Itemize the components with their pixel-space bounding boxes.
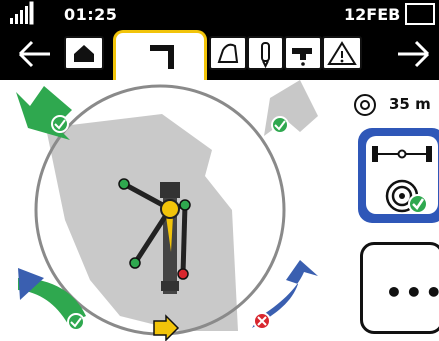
indicator-top-left[interactable] — [16, 86, 72, 140]
arrow-right-icon[interactable] — [394, 34, 434, 74]
machine-card[interactable] — [358, 128, 439, 223]
axle-target-check-icon — [372, 146, 432, 214]
bucket-icon — [217, 43, 239, 63]
breaker-icon — [261, 42, 270, 68]
indicator-top-right[interactable] — [264, 80, 318, 136]
distance-value: 35 m — [389, 95, 431, 113]
tab-breaker[interactable] — [247, 36, 284, 70]
tab-faucet[interactable] — [284, 36, 322, 70]
battery-icon — [405, 3, 435, 25]
tab-boom-tool[interactable] — [113, 30, 207, 84]
arrow-left-icon[interactable] — [14, 34, 54, 74]
boom-tool-icon — [150, 45, 174, 69]
warning-triangle-icon — [327, 41, 357, 65]
faucet-icon — [292, 48, 312, 66]
signal-bars-icon — [10, 1, 34, 25]
target-ring-icon — [354, 94, 376, 116]
tab-warning[interactable] — [322, 36, 362, 70]
app-frame: 01:25 12FEB 35 m ••• — [0, 0, 439, 341]
status-time: 01:25 — [64, 5, 118, 24]
tab-bucket[interactable] — [209, 36, 247, 70]
more-options-label: ••• — [385, 276, 439, 309]
status-bar: 01:25 12FEB — [0, 0, 439, 28]
home-icon — [74, 45, 94, 62]
indicator-bottom-right[interactable] — [252, 260, 318, 330]
tab-home[interactable] — [64, 36, 104, 70]
status-date: 12FEB — [344, 5, 401, 24]
